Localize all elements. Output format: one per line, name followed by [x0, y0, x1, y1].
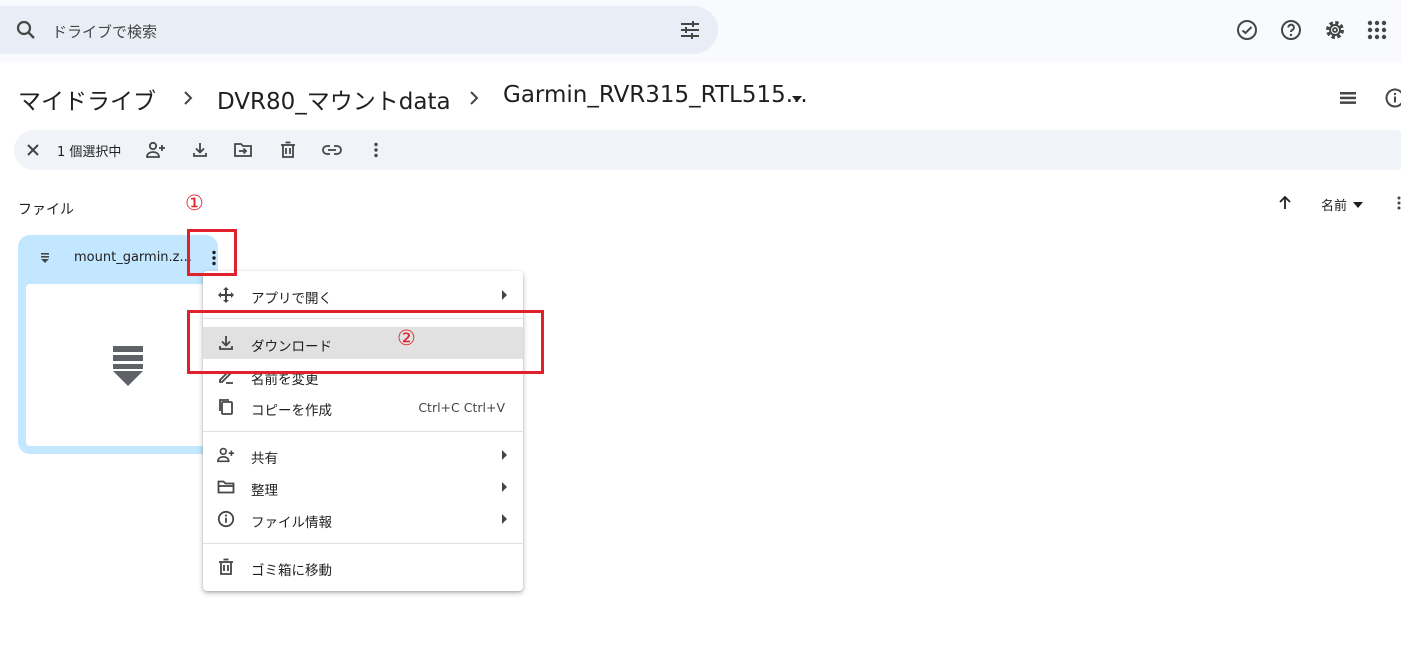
submenu-arrow-icon [502, 514, 507, 524]
submenu-arrow-icon [502, 450, 507, 460]
zip-file-icon [40, 251, 50, 265]
link-icon[interactable] [321, 141, 343, 159]
menu-item-file-info[interactable]: ファイル情報 [203, 503, 523, 535]
annotation-box-step1 [187, 229, 237, 276]
breadcrumb-current-folder[interactable]: Garmin_RVR315_RTL515... [503, 82, 808, 108]
apps-icon[interactable] [1366, 19, 1388, 41]
menu-item-label: ファイル情報 [251, 515, 332, 531]
trash-icon[interactable] [279, 141, 297, 159]
annotation-step2: ② [397, 326, 416, 350]
annotation-step1: ① [185, 191, 204, 215]
share-icon[interactable] [146, 141, 166, 159]
submenu-arrow-icon [502, 482, 507, 492]
sort-direction-icon[interactable] [1277, 195, 1293, 211]
menu-item-open-with[interactable]: アプリで開く [203, 279, 523, 311]
breadcrumb-folder[interactable]: DVR80_マウントdata [217, 82, 451, 116]
menu-item-label: 整理 [251, 483, 278, 499]
submenu-arrow-icon [502, 290, 507, 300]
search-box[interactable]: ドライブで検索 [0, 6, 718, 54]
more-vert-icon[interactable] [1393, 195, 1401, 211]
menu-divider [203, 431, 523, 432]
settings-icon[interactable] [1323, 18, 1347, 42]
menu-item-label: ゴミ箱に移動 [251, 563, 332, 579]
search-options-icon[interactable] [678, 18, 702, 42]
selected-count: 1 個選択中 [57, 145, 122, 160]
info-icon [217, 510, 235, 528]
list-view-icon[interactable] [1338, 88, 1358, 108]
menu-item-label: 共有 [251, 451, 278, 467]
close-icon[interactable] [25, 142, 41, 158]
folder-icon [217, 478, 235, 496]
annotation-box-step2 [187, 310, 544, 374]
files-section-label: ファイル [18, 202, 74, 218]
support-check-icon[interactable] [1235, 18, 1259, 42]
chevron-right-icon [466, 88, 482, 108]
chevron-down-icon[interactable] [1352, 201, 1364, 209]
file-thumbnail[interactable] [26, 284, 206, 446]
chevron-down-icon[interactable] [790, 94, 804, 104]
menu-item-make-copy[interactable]: コピーを作成 Ctrl+C Ctrl+V [203, 391, 523, 423]
sort-name-button[interactable]: 名前 [1321, 195, 1347, 214]
chevron-right-icon [180, 88, 196, 108]
open-with-icon [217, 286, 235, 304]
info-icon[interactable] [1384, 87, 1401, 109]
help-icon[interactable] [1279, 18, 1303, 42]
menu-item-organize[interactable]: 整理 [203, 471, 523, 503]
selection-toolbar: 1 個選択中 [14, 130, 1401, 170]
breadcrumb-my-drive[interactable]: マイドライブ [18, 82, 156, 116]
search-input[interactable]: ドライブで検索 [52, 21, 157, 42]
share-icon [217, 446, 235, 464]
menu-item-share[interactable]: 共有 [203, 439, 523, 471]
copy-icon [217, 398, 235, 416]
menu-item-label: コピーを作成 [251, 403, 332, 419]
search-icon[interactable] [14, 18, 38, 42]
more-vert-icon[interactable] [367, 141, 385, 159]
file-name[interactable]: mount_garmin.z... [74, 250, 192, 265]
zip-file-icon [113, 346, 143, 388]
menu-divider [203, 543, 523, 544]
move-icon[interactable] [233, 141, 253, 159]
menu-item-shortcut: Ctrl+C Ctrl+V [418, 400, 505, 415]
download-icon[interactable] [191, 141, 209, 159]
menu-item-move-to-trash[interactable]: ゴミ箱に移動 [203, 551, 523, 583]
trash-icon [217, 558, 235, 576]
menu-item-label: アプリで開く [251, 291, 332, 307]
